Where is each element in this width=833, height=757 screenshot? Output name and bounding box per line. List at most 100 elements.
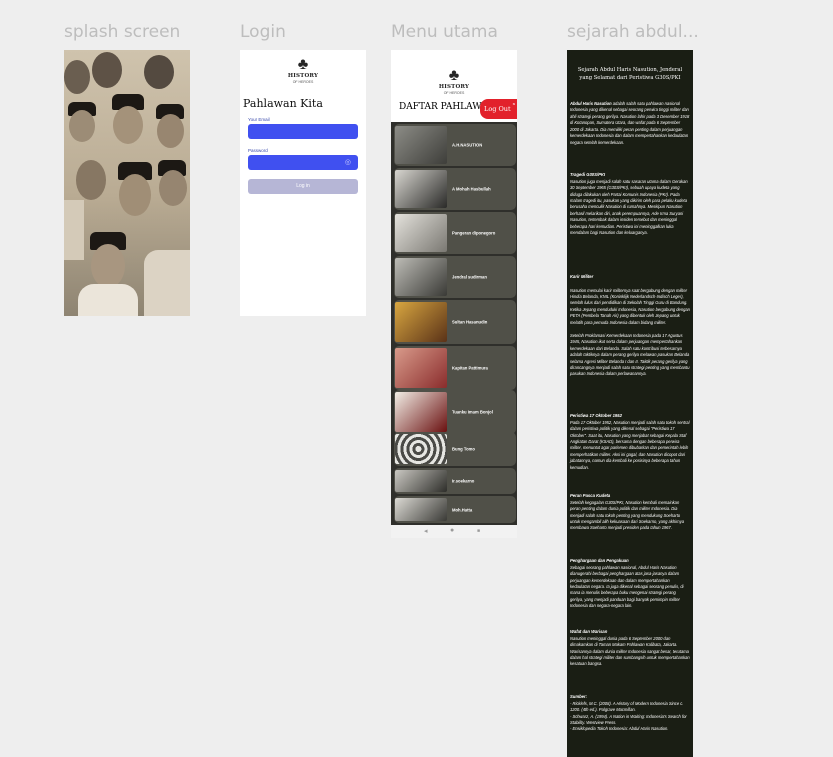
back-icon[interactable]: ◂ [424,527,428,535]
article-section: Peristiwa 17 Oktober 1952 Pada 17 Oktobe… [570,413,690,471]
frame-title-login: Login [240,22,286,42]
logo-text: HISTORY [287,73,319,79]
source-item: - Ensiklopedia Tokoh Indonesia: Abdul Ha… [570,726,669,732]
splash-figure [119,174,151,216]
splash-uniform [144,250,190,316]
hero-photo [395,126,447,164]
hero-card-imam-bonjol[interactable]: Tuanku Imam Bonjol [394,390,516,434]
hero-card-diponegoro[interactable]: Pangeran diponegoro [394,212,516,254]
hero-card-pattimura[interactable]: Kapitan Pattimura [394,346,516,390]
section-heading: Penghargaan dan Pengakuan [570,558,629,563]
email-field[interactable] [248,124,358,139]
tree-book-icon: ♣ [448,67,460,84]
logout-label: Log Out [484,105,511,113]
logo-subtext: OF HEROES [292,80,314,84]
hero-card-bung-tomo[interactable]: Bung Tomo [394,432,516,466]
hero-name: Kapitan Pattimura [452,365,488,371]
section-heading: Tragedi G30S/PKI [570,172,606,177]
logo-subtext: OF HEROES [443,91,465,95]
hero-photo [395,434,447,464]
password-label: Password [248,148,268,153]
article-section: Tragedi G30S/PKI Nasution juga menjadi s… [570,172,690,237]
splash-figure [76,160,106,200]
hero-card-soekarno[interactable]: Ir.soekarno [394,468,516,494]
hero-name: A Mohah Hasbullah [452,186,491,192]
section-heading: Peran Pasca Kudeta [570,493,611,498]
section-text: Nasution juga menjadi salah satu sasaran… [570,178,688,236]
eye-off-icon[interactable]: ◎ [345,158,351,166]
section-heading: Peristiwa 17 Oktober 1952 [570,413,622,418]
section-heading: Karir Militer [570,274,594,280]
hero-photo [395,214,447,252]
intro-name: Abdul Haris Nasution [570,101,612,106]
hero-photo [395,258,447,296]
frame-title-splash: splash screen [64,22,181,42]
section-heading: Wafat dan Warisan [570,629,608,634]
frame-title-menu: Menu utama [391,22,498,42]
hero-name: A.H.NASUTION [452,142,483,148]
section-text: Nasution memulai karir militernya saat b… [570,287,690,377]
section-text: Pada 17 Oktober 1952, Nasution menjadi s… [570,419,690,470]
recent-apps-icon[interactable]: ■ [477,528,480,534]
hero-photo [395,170,447,208]
hero-photo [395,348,447,388]
article-section: Karir Militer Nasution memulai karir mil… [570,268,690,384]
section-text: Nasution meninggal dunia pada 6 Septembe… [570,635,690,667]
hero-name: Jendral sudirman [452,274,487,280]
source-item: - Ricklefs, M.C. (2008). A History of Mo… [570,700,684,713]
article-intro: Abdul Haris Nasution adalah salah satu p… [570,101,690,146]
history-screen: Sejarah Abdul Haris Nasution, Jenderal y… [567,50,693,757]
home-icon[interactable]: ● [450,527,454,534]
intro-text: adalah salah satu pahlawan nasional Indo… [570,101,690,145]
hero-name: Moh.Hatta [452,507,473,512]
hero-card-nasution[interactable]: A.H.NASUTION [394,124,516,166]
splash-figure [91,244,125,288]
article-section: Wafat dan Warisan Nasution meninggal dun… [570,629,690,668]
section-text: Setelah kegagalan G30S/PKI, Nasution kem… [570,499,685,531]
page-title: Pahlawan Kita [243,97,323,110]
splash-figure [64,60,90,94]
hero-photo [395,470,447,492]
close-icon[interactable]: x [513,94,515,114]
hero-photo [395,392,447,432]
app-logo: ♣ HISTORY OF HEROES [283,57,323,87]
app-logo: ♣ HISTORY OF HEROES [434,68,474,98]
source-item: - Schwarz, A. (1994). A Nation in Waitin… [570,713,687,725]
article-section: Penghargaan dan Pengakuan Sebagai seoran… [570,558,690,610]
article-section: Peran Pasca Kudeta Setelah kegagalan G30… [570,493,690,532]
login-button[interactable]: Log in [248,179,358,194]
logo-text: HISTORY [438,84,470,90]
splash-uniform [78,284,138,316]
article-title: Sejarah Abdul Haris Nasution, Jenderal y… [577,67,683,81]
hero-card-hatta[interactable]: Moh.Hatta [394,496,516,523]
splash-figure [92,52,122,88]
splash-screen [64,50,190,316]
hero-photo [395,302,447,342]
splash-figure [157,114,184,148]
email-label: Your Email [248,117,270,122]
hero-card-sudirman[interactable]: Jendral sudirman [394,256,516,298]
section-text: Sebagai seorang pahlawan nasional, Abdul… [570,564,684,609]
splash-figure [69,110,95,142]
hero-card-hasbullah[interactable]: A Mohah Hasbullah [394,168,516,210]
splash-figure [144,55,174,89]
hero-card-hasanudin[interactable]: Sultan Hasanudin [394,300,516,344]
menu-header: ♣ HISTORY OF HEROES DAFTAR PAHLAWAN Log … [391,50,517,122]
splash-uniform [64,200,84,260]
splash-figure [159,170,187,206]
hero-name: Pangeran diponegoro [452,230,496,236]
hero-photo [395,498,447,521]
password-field[interactable]: ◎ [248,155,358,170]
hero-name: Ir.soekarno [452,478,475,484]
hero-name: Tuanku Imam Bonjol [452,409,493,415]
hero-name: Sultan Hasanudin [452,319,488,325]
frame-title-sejarah: sejarah abdul... [567,22,699,42]
menu-screen: ♣ HISTORY OF HEROES DAFTAR PAHLAWAN Log … [391,50,517,538]
hero-name: Bung Tomo [452,446,475,452]
logout-button[interactable]: Log Out x [480,99,517,119]
splash-figure [113,106,143,144]
tree-book-icon: ♣ [297,56,309,73]
system-nav-bar: ◂ ● ■ [391,525,517,538]
sources-heading: Sumber: [570,694,587,699]
article-sources: Sumber: - Ricklefs, M.C. (2008). A Histo… [570,694,690,733]
